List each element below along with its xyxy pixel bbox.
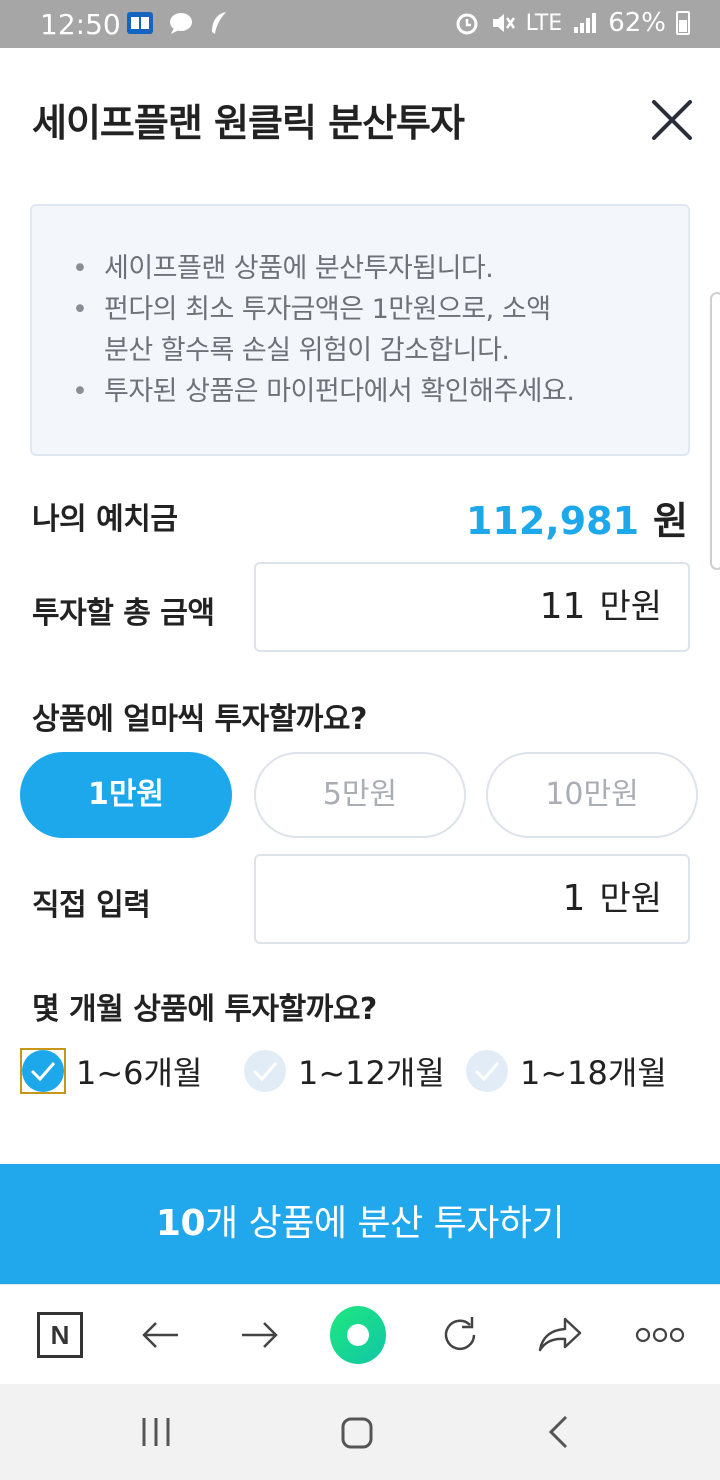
mute-icon [492, 14, 515, 32]
checkbox-unchecked[interactable] [244, 1050, 286, 1092]
total-amount-label: 투자할 총 금액 [32, 596, 215, 631]
direct-input-unit: 만원 [599, 879, 662, 919]
close-icon [652, 100, 692, 140]
direct-input-label: 직접 입력 [32, 888, 151, 923]
arrow-left-icon [142, 1322, 178, 1348]
notice-list: 세이프플랜 상품에 분산투자됩니다. 펀다의 최소 투자금액은 1만원으로, 소… [72, 248, 658, 412]
deposit-label: 나의 예치금 [32, 502, 178, 537]
refresh-icon [444, 1317, 476, 1351]
deposit-unit: 원 [653, 499, 688, 543]
alarm-icon [456, 13, 478, 35]
book-icon [127, 12, 153, 34]
checkbox-unchecked[interactable] [466, 1050, 508, 1092]
option-5man-button[interactable]: 5만원 [254, 752, 466, 838]
checkbox-checked[interactable] [22, 1050, 64, 1092]
period-question: 몇 개월 상품에 투자할까요? [32, 992, 377, 1027]
share-icon [538, 1317, 582, 1352]
chat-bubble-icon [170, 13, 192, 34]
option-10man-button[interactable]: 10만원 [486, 752, 698, 838]
product-count: 10 [155, 1203, 206, 1244]
option-1man-button[interactable]: 1만원 [20, 752, 232, 838]
page-title: 세이프플랜 원클릭 분산투자 [32, 101, 465, 145]
period-label: 1~6개월 [76, 1054, 203, 1092]
check-icon [30, 1062, 56, 1082]
checkbox-focus-ring [20, 1048, 66, 1094]
more-button[interactable] [632, 1307, 688, 1363]
forward-button[interactable] [232, 1307, 288, 1363]
deposit-amount: 112,981 원 [466, 490, 688, 545]
naver-home-button[interactable]: N [32, 1307, 88, 1363]
battery-percent: 62% [608, 8, 666, 38]
notice-item: 펀다의 최소 투자금액은 1만원으로, 소액 분산 할수록 손실 위험이 감소합… [72, 289, 572, 371]
total-amount-value: 11 [539, 586, 586, 627]
per-item-question: 상품에 얼마씩 투자할까요? [32, 702, 367, 737]
status-time: 12:50 [40, 8, 121, 41]
chevron-left-icon [548, 1415, 568, 1449]
total-amount-unit: 만원 [599, 587, 662, 627]
green-dot-button[interactable] [330, 1306, 386, 1364]
home-icon [341, 1417, 373, 1449]
check-icon [252, 1062, 278, 1082]
total-amount-input[interactable]: 11 만원 [254, 562, 690, 652]
recent-apps-icon [142, 1418, 170, 1446]
system-back-button[interactable] [546, 1414, 572, 1454]
system-nav-bar [0, 1384, 720, 1480]
green-dot-icon [330, 1306, 386, 1364]
home-button[interactable] [340, 1416, 374, 1454]
close-button[interactable] [644, 92, 700, 148]
period-label: 1~12개월 [298, 1054, 445, 1092]
check-icon [474, 1062, 500, 1082]
system-icons: LTE 62% [454, 8, 690, 38]
network-type: LTE [525, 10, 563, 36]
signal-icon [574, 13, 597, 33]
period-option-12[interactable]: 1~12개월 [244, 1048, 445, 1094]
period-option-18[interactable]: 1~18개월 [466, 1048, 667, 1094]
back-button[interactable] [132, 1307, 188, 1363]
notice-item: 투자된 상품은 마이펀다에서 확인해주세요. [72, 371, 658, 412]
period-option-6[interactable]: 1~6개월 [20, 1048, 202, 1094]
direct-input-value: 1 [562, 878, 586, 919]
more-icon [635, 1327, 685, 1343]
period-label: 1~18개월 [520, 1054, 667, 1092]
share-button[interactable] [532, 1307, 588, 1363]
cta-label: 개 상품에 분산 투자하기 [205, 1203, 565, 1244]
invest-submit-button[interactable]: 10개 상품에 분산 투자하기 [0, 1164, 720, 1284]
status-bar: 12:50 LTE 62% [0, 0, 720, 48]
notice-item: 세이프플랜 상품에 분산투자됩니다. [72, 248, 658, 289]
scrollbar-handle[interactable] [710, 292, 720, 570]
recent-apps-button[interactable] [140, 1416, 172, 1452]
deposit-value: 112,981 [465, 499, 640, 543]
battery-icon [676, 11, 690, 35]
refresh-button[interactable] [432, 1307, 488, 1363]
browser-toolbar: N [0, 1284, 720, 1384]
arrow-right-icon [242, 1322, 278, 1348]
naver-logo-icon: N [37, 1312, 83, 1358]
feather-icon [212, 12, 226, 34]
info-notice-box: 세이프플랜 상품에 분산투자됩니다. 펀다의 최소 투자금액은 1만원으로, 소… [30, 204, 690, 456]
direct-input-field[interactable]: 1 만원 [254, 854, 690, 944]
notification-icons [126, 10, 230, 36]
